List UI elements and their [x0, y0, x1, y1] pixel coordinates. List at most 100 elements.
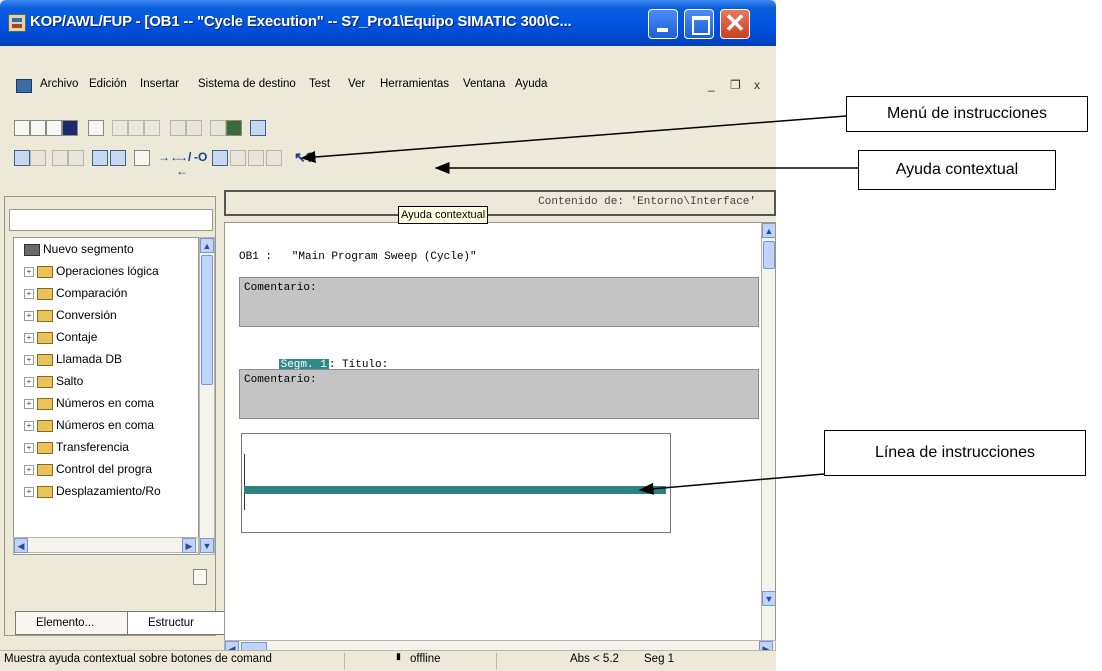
tree-item-label: Control del progra [56, 462, 153, 476]
mdi-restore-button[interactable]: ❐ [730, 78, 741, 92]
expand-icon[interactable]: + [24, 310, 34, 321]
title-bar[interactable]: KOP/AWL/FUP - [OB1 -- "Cycle Execution" … [0, 0, 776, 46]
status-seg: Seg 1 [644, 653, 675, 665]
tree-item[interactable]: Nuevo segmento [14, 238, 198, 260]
tree-item[interactable]: + Salto [14, 370, 198, 392]
tab-estructura[interactable]: Estructur [127, 611, 237, 635]
code-editor[interactable]: OB1 : "Main Program Sweep (Cycle)" Comen… [224, 222, 776, 642]
toolbar-standard [14, 120, 314, 140]
scroll-thumb[interactable] [763, 241, 775, 269]
tree-item-label: Números en coma [56, 418, 155, 432]
cut-icon[interactable] [112, 120, 128, 136]
menu-edicion[interactable]: Edición [89, 78, 127, 90]
offline-icon: ▮ [396, 651, 401, 661]
expand-icon[interactable]: + [24, 354, 34, 365]
prev-segment-icon[interactable] [52, 150, 68, 166]
tree-item-label: Comparación [56, 286, 128, 300]
scroll-up-icon[interactable]: ▲ [200, 238, 214, 253]
box-icon[interactable] [212, 150, 228, 166]
monitor-icon[interactable] [226, 120, 242, 136]
tree-item-label: Conversión [56, 308, 117, 322]
folder-icon [37, 463, 53, 476]
overview-icon[interactable] [14, 150, 30, 166]
expand-icon[interactable]: + [24, 486, 34, 497]
tree-item[interactable]: + Llamada DB [14, 348, 198, 370]
expand-icon[interactable]: + [24, 442, 34, 453]
status-divider [344, 653, 345, 669]
details-icon[interactable] [30, 150, 46, 166]
print-icon[interactable] [88, 120, 104, 136]
close-branch-icon[interactable] [248, 150, 264, 166]
tree-item[interactable]: + Transferencia [14, 436, 198, 458]
network-icon[interactable] [46, 120, 62, 136]
tree-item[interactable]: + Control del progra [14, 458, 198, 480]
mdi-minimize-button[interactable]: _ [708, 78, 715, 92]
coil-icon[interactable]: -O [194, 150, 208, 164]
segment-comment[interactable]: Comentario: [239, 369, 759, 419]
tree-horizontal-scrollbar[interactable]: ◀ ▶ [13, 537, 199, 553]
mdi-close-button[interactable]: x [754, 78, 760, 92]
scroll-thumb[interactable] [201, 255, 213, 385]
insert-network-icon[interactable] [134, 150, 150, 166]
menu-ventana[interactable]: Ventana [463, 78, 505, 90]
scroll-up-icon[interactable]: ▲ [762, 223, 775, 238]
nc-contact-icon[interactable]: →/← [176, 150, 191, 178]
info-window-icon[interactable] [110, 150, 126, 166]
menu-test[interactable]: Test [309, 78, 330, 90]
expand-icon[interactable]: + [24, 332, 34, 343]
tab-elementos[interactable]: Elemento... [15, 611, 143, 635]
menu-ver[interactable]: Ver [348, 78, 365, 90]
editor-vertical-scrollbar[interactable]: ▲ ▼ [761, 223, 775, 641]
undo-icon[interactable] [170, 120, 186, 136]
download-icon[interactable] [210, 120, 226, 136]
expand-icon[interactable]: + [24, 266, 34, 277]
tree-item-label: Transferencia [56, 440, 129, 454]
folder-icon [37, 397, 53, 410]
tree-item[interactable]: + Contaje [14, 326, 198, 348]
ladder-network[interactable] [241, 433, 671, 533]
next-segment-icon[interactable] [68, 150, 84, 166]
tree-item[interactable]: + Desplazamiento/Ro [14, 480, 198, 502]
scroll-left-icon[interactable]: ◀ [14, 538, 28, 553]
context-help-icon[interactable]: ↖? [294, 150, 314, 164]
no-contact-icon[interactable]: →← [158, 150, 182, 164]
tree-item[interactable]: + Comparación [14, 282, 198, 304]
open-icon[interactable] [30, 120, 46, 136]
status-divider [496, 653, 497, 669]
new-icon[interactable] [14, 120, 30, 136]
tree-item[interactable]: + Operaciones lógica [14, 260, 198, 282]
folder-icon [37, 287, 53, 300]
expand-icon[interactable]: + [24, 288, 34, 299]
copy-icon[interactable] [128, 120, 144, 136]
expand-icon[interactable]: + [24, 376, 34, 387]
block-comment[interactable]: Comentario: [239, 277, 759, 327]
menu-archivo[interactable]: Archivo [40, 78, 78, 90]
redo-icon[interactable] [186, 120, 202, 136]
save-icon[interactable] [62, 120, 78, 136]
expand-icon[interactable]: + [24, 398, 34, 409]
window-icon[interactable] [250, 120, 266, 136]
menu-ayuda[interactable]: Ayuda [515, 78, 547, 90]
program-elements-pane: Nuevo segmento + Operaciones lógica + Comp… [4, 196, 237, 636]
catalog-toggle-icon[interactable] [92, 150, 108, 166]
instruction-line[interactable] [244, 486, 666, 494]
scroll-down-icon[interactable]: ▼ [762, 591, 775, 606]
paste-icon[interactable] [144, 120, 160, 136]
close-button[interactable]: ✕ [720, 8, 750, 39]
menu-sistema-destino[interactable]: Sistema de destino [198, 78, 296, 90]
open-branch-icon[interactable] [230, 150, 246, 166]
tree-item[interactable]: + Números en coma [14, 414, 198, 436]
maximize-button[interactable] [684, 9, 714, 39]
connection-icon[interactable] [266, 150, 282, 166]
expand-icon[interactable]: + [24, 420, 34, 431]
tree-item[interactable]: + Conversión [14, 304, 198, 326]
menu-insertar[interactable]: Insertar [140, 78, 179, 90]
minimize-button[interactable] [648, 9, 678, 39]
tree-item[interactable]: + Números en coma [14, 392, 198, 414]
expand-icon[interactable]: + [24, 464, 34, 475]
scroll-right-icon[interactable]: ▶ [182, 538, 196, 553]
scroll-down-icon[interactable]: ▼ [200, 538, 214, 553]
tree-vertical-scrollbar[interactable]: ▲ ▼ [199, 237, 215, 555]
filter-icon[interactable] [193, 569, 207, 585]
menu-herramientas[interactable]: Herramientas [380, 78, 449, 90]
